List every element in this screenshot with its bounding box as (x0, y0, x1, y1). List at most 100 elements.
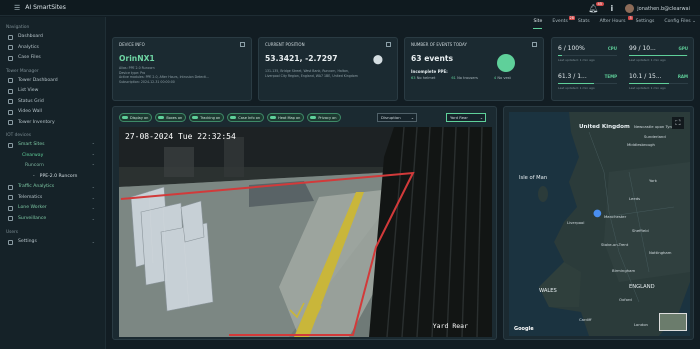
tab-stats[interactable]: Stats (578, 19, 590, 29)
event-count: 63 events (411, 54, 454, 63)
map-label-england: ENGLAND (629, 284, 655, 290)
sidebar-item-case-files[interactable]: Case Files (0, 53, 105, 64)
sidebar-item-list-view[interactable]: List View (0, 86, 105, 97)
tower-icon (8, 78, 13, 84)
tab-events[interactable]: Events 28 (552, 16, 575, 29)
events-donut (497, 54, 515, 72)
chevron-down-icon: ⌄ (410, 115, 414, 120)
temp-bar (558, 83, 617, 84)
position-card: CURRENT POSITION ⬤ 53.3421, -2.7297 131-… (258, 37, 398, 101)
sidebar-item-status-grid[interactable]: Status Grid (0, 97, 105, 108)
toggle-display[interactable]: Display on (119, 113, 153, 122)
street-view-thumbnail[interactable] (659, 313, 687, 331)
map-panel: United Kingdom Newcastle upon Tyne Sunde… (503, 106, 694, 340)
events-card: NUMBER OF EVENTS TODAY 63 events Incompl… (404, 37, 544, 101)
sidebar-item-tower-dashboard[interactable]: Tower Dashboard (0, 76, 105, 87)
sidebar-item-smart-sites[interactable]: Smart Sites ⌃ (0, 140, 105, 151)
sidebar-item-clearway[interactable]: Clearway ⌃ (0, 151, 105, 162)
expand-icon[interactable] (532, 42, 537, 47)
user-menu[interactable]: jonathen.b@clearwai (625, 3, 690, 13)
after-hours-badge: 3 (628, 16, 633, 20)
sidebar-item-surveillance[interactable]: Surveillance ⌄ (0, 214, 105, 225)
cpu-bar-fill (558, 55, 562, 56)
toggle-tracking[interactable]: Tracking on (189, 113, 225, 122)
map[interactable]: United Kingdom Newcastle upon Tyne Sunde… (509, 112, 690, 336)
chevron-down-icon: ⌄ (690, 19, 696, 24)
map-label-birmingham: Birmingham (612, 268, 636, 273)
inventory-icon (8, 120, 13, 126)
sidebar-item-analytics[interactable]: Analytics (0, 43, 105, 54)
gpu-bar (629, 55, 688, 56)
map-label-york: York (649, 178, 657, 183)
bell-icon[interactable]: 🔔︎ 45 (588, 1, 604, 13)
toggle-icon (122, 115, 128, 120)
map-label-wales: WALES (539, 288, 557, 294)
card-title: DEVICE INFO (119, 42, 145, 47)
toggle-icon (192, 115, 199, 120)
video-panel: Display on Boxes on Tracking on Case Inf… (112, 106, 497, 340)
camera-select[interactable]: Yard Rear ⌄ (446, 113, 486, 122)
sidebar-item-video-wall[interactable]: Video Wall (0, 107, 105, 118)
tab-site[interactable]: Site (533, 19, 543, 29)
sidebar-item-traffic-analytics[interactable]: Traffic Analytics ⌄ (0, 182, 105, 193)
sidebar-item-runcorn[interactable]: Runcorn ⌃ (0, 161, 105, 172)
ram-bar-fill (629, 83, 669, 84)
chevron-down-icon: ⌄ (91, 205, 95, 210)
map-label-stoke: Stoke-on-Trent (601, 242, 629, 247)
toggle-privacy[interactable]: Privacy on (307, 113, 341, 122)
video-camera-label: Yard Rear (432, 322, 468, 330)
toggle-heat-map[interactable]: Heat Map on (267, 113, 305, 122)
video-timestamp: 27-08-2024 Tue 22:32:54 (125, 132, 236, 141)
system-stats-card: 6 / 100% CPU Last updated: 1 min ago 99 /… (551, 37, 694, 101)
device-name: OrinNX1 (119, 54, 155, 63)
sidebar-item-settings[interactable]: Settings ⌄ (0, 237, 105, 248)
toggle-icon (310, 115, 317, 120)
sidebar-item-tower-inventory[interactable]: Tower Inventory (0, 118, 105, 129)
map-terrain (509, 112, 690, 336)
toggle-icon (230, 115, 237, 120)
chevron-down-icon: ⌄ (91, 215, 95, 221)
navigation-heading: Navigation (6, 25, 30, 30)
expand-icon[interactable] (240, 42, 245, 47)
temp-bar-fill (558, 83, 594, 84)
tower-heading: Tower Manager (6, 68, 39, 74)
tab-after-hours[interactable]: After Hours 3 (600, 16, 633, 29)
map-label-cardiff: Cardiff (579, 317, 592, 322)
mode-select[interactable]: Disruption ⌄ (377, 113, 417, 122)
map-label-leeds: Leeds (629, 196, 641, 201)
users-heading: Users (6, 230, 19, 235)
map-label-isle-of-man: Isle of Man (519, 175, 548, 181)
sidebar-item-telematics[interactable]: Telematics ⌄ (0, 193, 105, 204)
sidebar-item-dashboard[interactable]: Dashboard (0, 32, 105, 43)
tab-config-files[interactable]: Config Files ⌄ (664, 19, 696, 29)
map-label-manchester: Manchester (604, 214, 627, 219)
traffic-icon (8, 184, 13, 190)
user-email: jonathen.b@clearwai (637, 5, 690, 12)
toggle-boxes[interactable]: Boxes on (155, 113, 187, 122)
video-icon (8, 109, 13, 115)
location-pin-icon[interactable]: ● (593, 208, 602, 219)
ram-bar (629, 83, 688, 84)
ppe-counts: 63 No helmet 61 No trousers 4 No vest (411, 76, 537, 80)
menu-icon[interactable]: ☰ (14, 4, 20, 12)
map-label-sunderland: Sunderland (644, 134, 666, 139)
stat-temp: 61.3 / 1... TEMP Last updated: 1 min ago (558, 73, 617, 90)
sidebar-item-lone-worker[interactable]: Lone Worker ⌄ (0, 203, 105, 214)
camera-scene (119, 127, 492, 337)
avatar (625, 3, 635, 13)
dashboard-icon (8, 34, 13, 40)
chevron-down-icon: ⌄ (479, 115, 483, 120)
camera-feed[interactable]: 27-08-2024 Tue 22:32:54 Yard Rear (119, 127, 492, 337)
map-label-nottingham: Nottingham (649, 250, 672, 255)
stat-gpu: 99 / 10... GPU Last updated: 1 min ago (629, 45, 688, 62)
sidebar-item-device[interactable]: - PPE-2.0 Runcorn (0, 172, 105, 183)
toggle-case-info[interactable]: Case Info on (227, 113, 265, 122)
map-label-sheffield: Sheffield (632, 228, 649, 233)
chevron-down-icon: ⌄ (91, 194, 95, 200)
info-icon[interactable]: i (611, 4, 614, 13)
tab-settings[interactable]: Settings (636, 19, 655, 29)
toggle-icon (270, 115, 277, 120)
expand-icon[interactable] (386, 42, 391, 47)
fullscreen-icon[interactable]: ⛶ (672, 117, 684, 129)
map-label-liverpool: Liverpool (567, 220, 585, 225)
